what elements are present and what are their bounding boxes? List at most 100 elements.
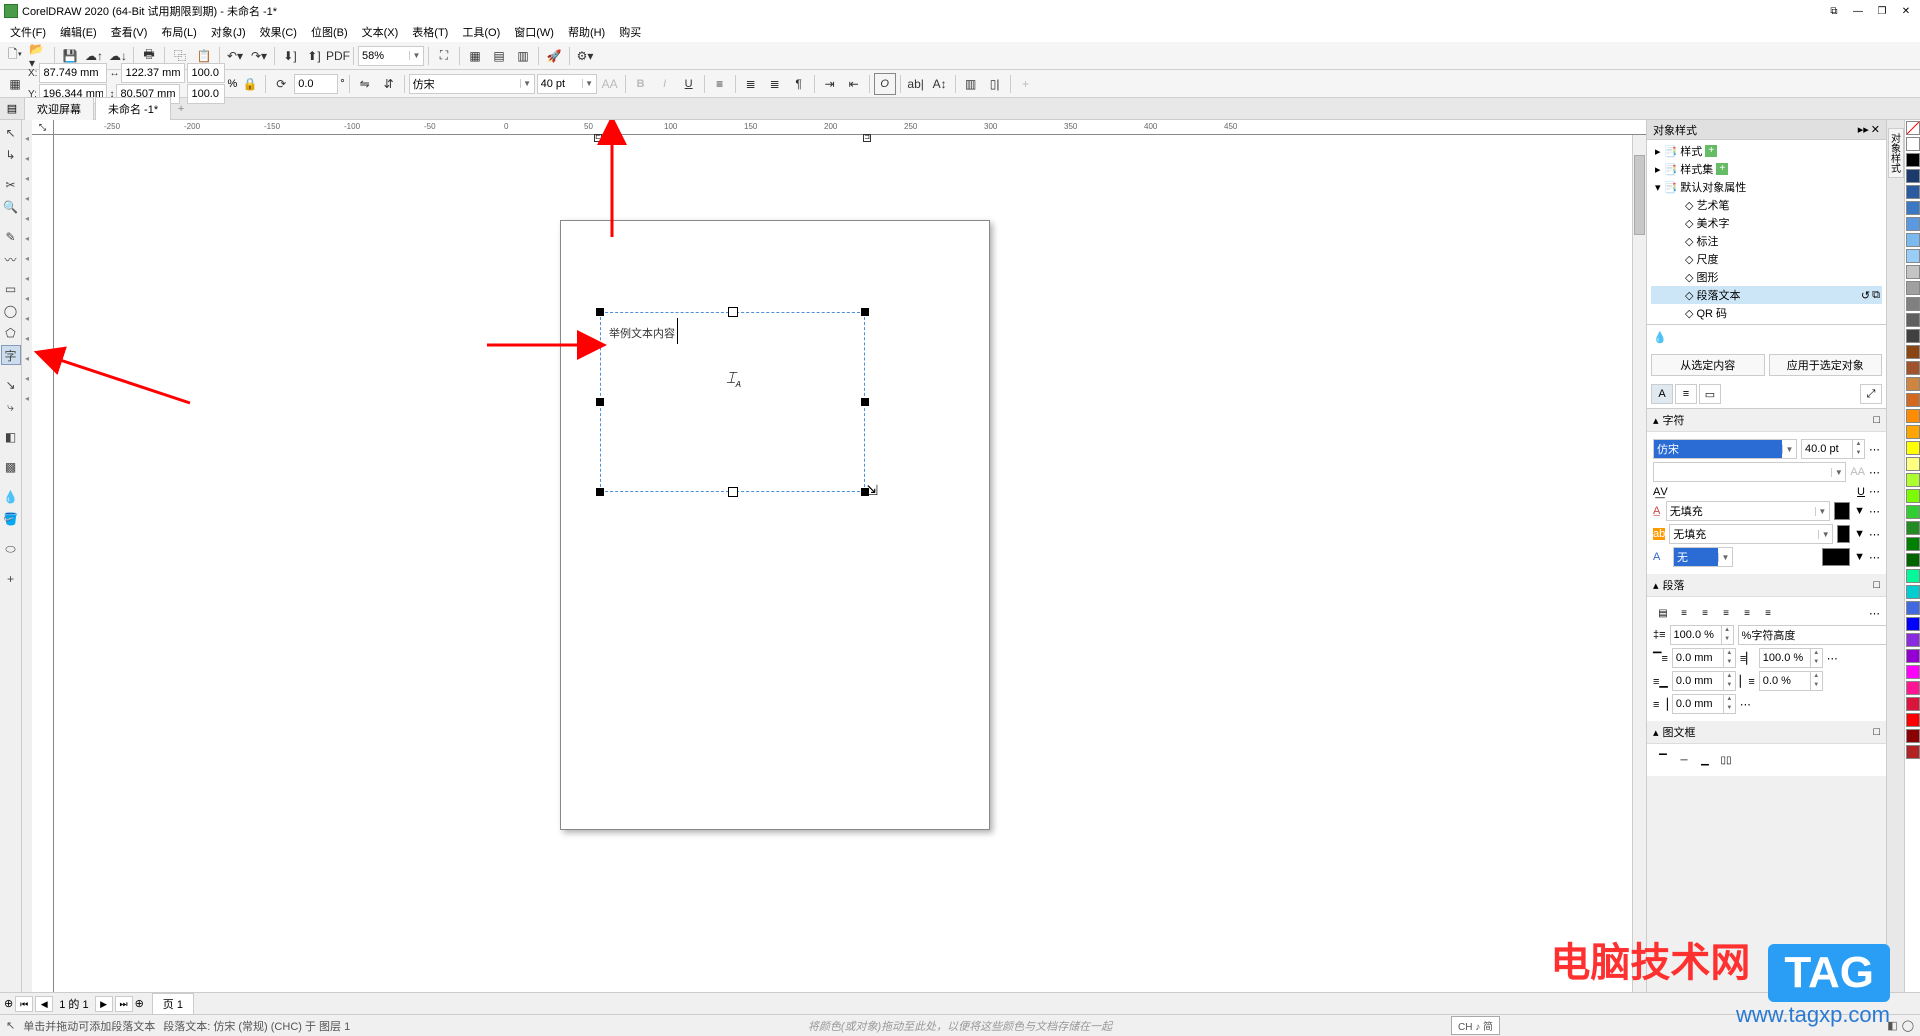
- page-tab[interactable]: 页 1: [152, 993, 194, 1015]
- align-right[interactable]: ≡: [1716, 604, 1736, 622]
- text-flow-bottom-handle[interactable]: [728, 487, 738, 497]
- menu-help[interactable]: 帮助(H): [562, 22, 611, 42]
- docker-title-bar[interactable]: 对象样式 ▸▸✕: [1647, 120, 1886, 140]
- color-swatch[interactable]: [1906, 601, 1920, 615]
- options-button[interactable]: ⚙▾: [574, 45, 596, 67]
- align-left[interactable]: ≡: [1674, 604, 1694, 622]
- char-fill-swatch[interactable]: [1834, 502, 1850, 520]
- text-flow-top-handle[interactable]: [728, 307, 738, 317]
- paragraph-text-frame[interactable]: 举例文本内容 ⇲: [600, 312, 865, 492]
- interactive-opentype-button[interactable]: O: [874, 73, 896, 95]
- tree-default-props[interactable]: ▾ 📑 默认对象属性: [1651, 178, 1882, 196]
- tree-styles[interactable]: ▸ 📑 样式+: [1651, 142, 1882, 160]
- char-font-combo[interactable]: 仿宋▼: [1653, 439, 1797, 459]
- vt-mid[interactable]: ─: [1674, 751, 1694, 769]
- menu-table[interactable]: 表格(T): [406, 22, 454, 42]
- color-swatch[interactable]: [1906, 201, 1920, 215]
- more-icon[interactable]: ⋯: [1740, 698, 1751, 711]
- tree-stylesets[interactable]: ▸ 📑 样式集+: [1651, 160, 1882, 178]
- tree-item-artistic[interactable]: ◇ 艺术笔: [1651, 196, 1882, 214]
- outline-swatch[interactable]: [1822, 548, 1850, 566]
- page-add-after[interactable]: ⊕: [135, 997, 144, 1010]
- more-icon[interactable]: ⋯: [1869, 551, 1880, 564]
- color-swatch[interactable]: [1906, 377, 1920, 391]
- page-prev[interactable]: ◀: [35, 996, 53, 1012]
- indent-inc-button[interactable]: ⇥: [819, 73, 841, 95]
- resize-handle[interactable]: [861, 308, 869, 316]
- flyout-icon[interactable]: ◂: [22, 314, 32, 320]
- ime-indicator[interactable]: CH ♪ 简: [1451, 1016, 1500, 1035]
- more-icon[interactable]: ⋯: [1869, 443, 1880, 456]
- color-swatch[interactable]: [1906, 457, 1920, 471]
- resize-handle[interactable]: [596, 488, 604, 496]
- line-height-unit-combo[interactable]: ▼: [1738, 625, 1886, 645]
- menu-effect[interactable]: 效果(C): [254, 22, 303, 42]
- section-menu-icon[interactable]: □: [1873, 414, 1880, 426]
- page-next[interactable]: ▶: [95, 996, 113, 1012]
- color-swatch[interactable]: [1906, 665, 1920, 679]
- menu-window[interactable]: 窗口(W): [508, 22, 560, 42]
- left-indent-spinner[interactable]: ▲▼: [1759, 671, 1823, 691]
- guides-button[interactable]: ▥: [512, 45, 534, 67]
- char-style-combo[interactable]: ▼: [1653, 462, 1846, 482]
- edit-text-button[interactable]: ab|: [905, 73, 927, 95]
- vt-bot[interactable]: ▁: [1695, 751, 1715, 769]
- align-none[interactable]: ▤: [1653, 604, 1673, 622]
- outline-combo[interactable]: 无▼: [1673, 547, 1733, 567]
- mode-character[interactable]: A: [1651, 384, 1673, 404]
- scale-y-input[interactable]: [187, 84, 225, 104]
- chevron-down-icon[interactable]: ▼: [1718, 553, 1732, 562]
- color-swatch[interactable]: [1906, 473, 1920, 487]
- export-button[interactable]: ⬆]: [303, 45, 325, 67]
- bold-button[interactable]: B: [630, 73, 652, 95]
- flyout-icon[interactable]: ◂: [22, 274, 32, 280]
- publish-pdf-button[interactable]: PDF: [327, 45, 349, 67]
- tab-last-icon[interactable]: ⊐: [863, 134, 871, 142]
- color-swatch[interactable]: [1906, 409, 1920, 423]
- popout-icon[interactable]: ⧉: [1824, 3, 1844, 19]
- resize-handle[interactable]: [596, 398, 604, 406]
- flyout-icon[interactable]: ◂: [22, 214, 32, 220]
- maximize-button[interactable]: ❐: [1872, 3, 1892, 19]
- tree-item-qr[interactable]: ◇ QR 码: [1651, 304, 1882, 322]
- chevron-down-icon[interactable]: ▼: [520, 79, 534, 88]
- align-justify[interactable]: ≡: [1737, 604, 1757, 622]
- collapse-icon[interactable]: ▴: [1653, 726, 1659, 739]
- right-indent-spinner[interactable]: ▲▼: [1672, 694, 1736, 714]
- shape-tool[interactable]: ↳: [1, 145, 21, 165]
- color-swatch[interactable]: [1906, 281, 1920, 295]
- section-menu-icon[interactable]: □: [1873, 579, 1880, 591]
- scrollbar-vertical[interactable]: [1632, 135, 1646, 992]
- docker-collapse-icon[interactable]: ▸▸: [1858, 123, 1869, 136]
- color-swatch[interactable]: [1906, 361, 1920, 375]
- resize-handle[interactable]: [596, 308, 604, 316]
- before-para-spinner[interactable]: ▲▼: [1672, 648, 1736, 668]
- menu-object[interactable]: 对象(J): [205, 22, 252, 42]
- numbering-button[interactable]: ≣: [764, 73, 786, 95]
- color-swatch[interactable]: [1906, 249, 1920, 263]
- text-tool[interactable]: 字: [1, 345, 21, 365]
- text-overflow-icon[interactable]: ⇲: [866, 482, 878, 499]
- more-icon[interactable]: ⋯: [1827, 652, 1838, 665]
- text-frame-button[interactable]: ▯|: [984, 73, 1006, 95]
- variable-font-button[interactable]: AA: [599, 73, 621, 95]
- color-swatch[interactable]: [1906, 681, 1920, 695]
- tab-tool-icon[interactable]: ▤: [0, 102, 24, 115]
- color-swatch[interactable]: [1906, 169, 1920, 183]
- flyout-icon[interactable]: ◂: [22, 134, 32, 140]
- bg-fill-combo[interactable]: ▼: [1669, 524, 1833, 544]
- color-swatch[interactable]: [1906, 297, 1920, 311]
- resize-handle[interactable]: [861, 398, 869, 406]
- flyout-icon[interactable]: ◂: [22, 374, 32, 380]
- flyout-icon[interactable]: ◂: [22, 194, 32, 200]
- section-paragraph-header[interactable]: ▴段落□: [1647, 574, 1886, 597]
- add-styleset-button[interactable]: +: [1716, 163, 1728, 175]
- color-swatch[interactable]: [1906, 441, 1920, 455]
- align-center[interactable]: ≡: [1695, 604, 1715, 622]
- rectangle-tool[interactable]: ▭: [1, 279, 21, 299]
- color-swatch[interactable]: [1906, 185, 1920, 199]
- char-size-spinner[interactable]: ▲▼: [1801, 439, 1865, 459]
- flyout-icon[interactable]: ◂: [22, 294, 32, 300]
- close-button[interactable]: ✕: [1896, 3, 1916, 19]
- outline-tool[interactable]: ⬭: [1, 539, 21, 559]
